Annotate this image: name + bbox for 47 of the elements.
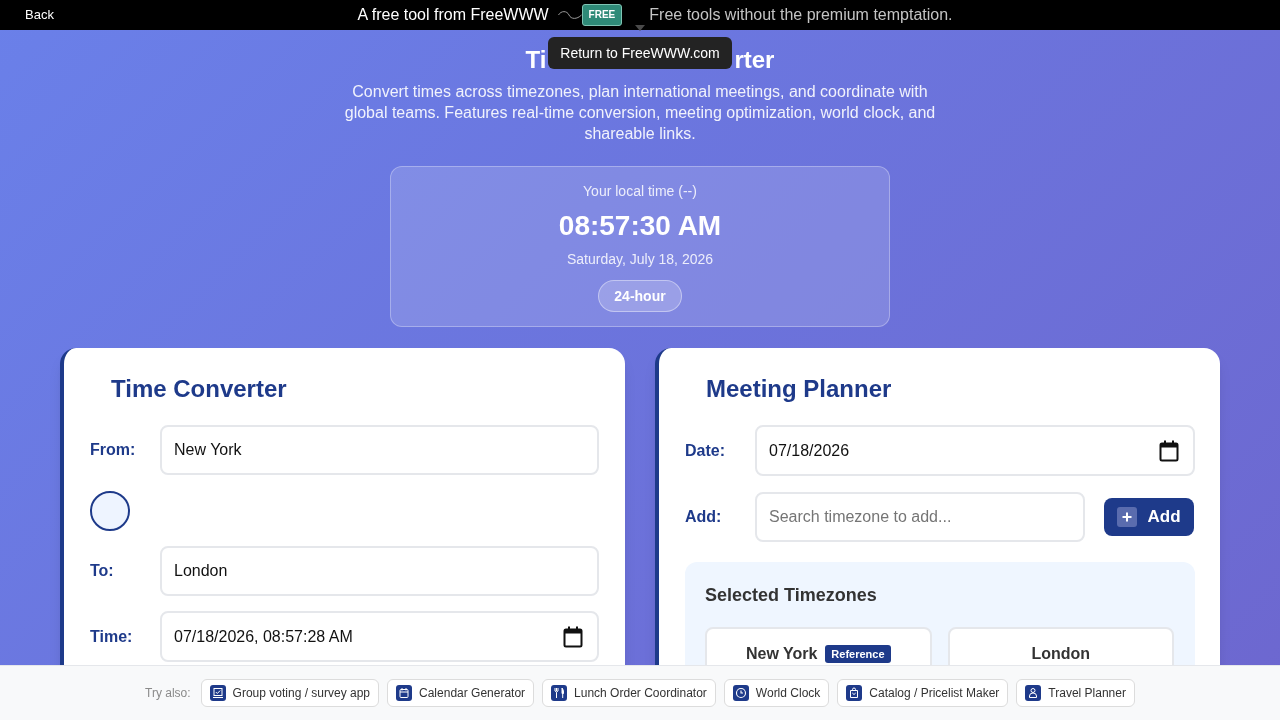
section-title: Selected Timezones	[705, 584, 877, 607]
page-title-fragment: rter	[734, 45, 775, 75]
calendar-icon[interactable]	[563, 625, 583, 648]
local-time-label: Your local time (--)	[583, 182, 697, 201]
check-screen-icon	[209, 685, 226, 701]
page-title-fragment: Ti	[525, 45, 547, 75]
calendar-icon[interactable]	[1159, 439, 1179, 462]
datetime-field[interactable]: 07/18/2026, 08:57:28 AM	[160, 611, 599, 662]
tooltip: Return to FreeWWW.com	[548, 37, 732, 69]
text-field[interactable]: New York	[160, 425, 599, 475]
tool-link[interactable]: Travel Planner	[1016, 679, 1135, 707]
card-title: Meeting Planner	[706, 374, 892, 404]
calendar-icon	[396, 685, 413, 701]
field-label: From:	[90, 440, 137, 460]
caret-icon	[635, 25, 645, 31]
timezone-search-field[interactable]: Search timezone to add...	[755, 492, 1085, 542]
tool-link[interactable]: Lunch Order Coordinator	[542, 679, 716, 707]
tagline: A free tool from FreeWWW	[357, 5, 549, 25]
page-description: Convert times across timezones, plan international meetings, and coordinate with global teams. Features real-time conversion, meeting optimization, world clock, and shareable links.	[343, 82, 937, 144]
field-label: Time:	[90, 626, 134, 647]
tool-link[interactable]: Calendar Generator	[387, 679, 535, 707]
timezone-name: London	[1031, 644, 1091, 664]
field-label: Date:	[685, 440, 726, 461]
round-button[interactable]	[90, 491, 130, 531]
reference-badge: Reference	[825, 645, 891, 663]
local-date: Saturday, July 18, 2026	[566, 250, 714, 269]
clock-icon	[732, 685, 749, 701]
local-time: 08:57:30 AM	[558, 209, 722, 243]
text-field[interactable]: London	[160, 546, 599, 596]
timezone-name: New York	[745, 644, 818, 664]
card-title: Time Converter	[111, 374, 287, 404]
fork-knife-icon	[551, 685, 568, 701]
field-label: Add:	[685, 507, 723, 527]
date-field[interactable]: 07/18/2026	[755, 425, 1195, 476]
plus-icon	[1117, 507, 1138, 527]
person-icon	[1025, 685, 1042, 701]
logo-tag[interactable]: FREE	[581, 4, 623, 26]
field-label: To:	[90, 561, 115, 581]
slogan: Free tools without the premium temptation.	[649, 5, 953, 25]
add-button[interactable]: Add	[1104, 498, 1194, 536]
tool-link[interactable]: World Clock	[723, 679, 830, 707]
bag-icon	[846, 685, 863, 701]
tool-link[interactable]: Group voting / survey app	[200, 679, 380, 707]
string-icon	[557, 10, 582, 20]
try-also-label: Try also:	[145, 685, 191, 702]
back-link[interactable]: Back	[25, 7, 54, 23]
tool-link[interactable]: Catalog / Pricelist Maker	[837, 679, 1009, 707]
